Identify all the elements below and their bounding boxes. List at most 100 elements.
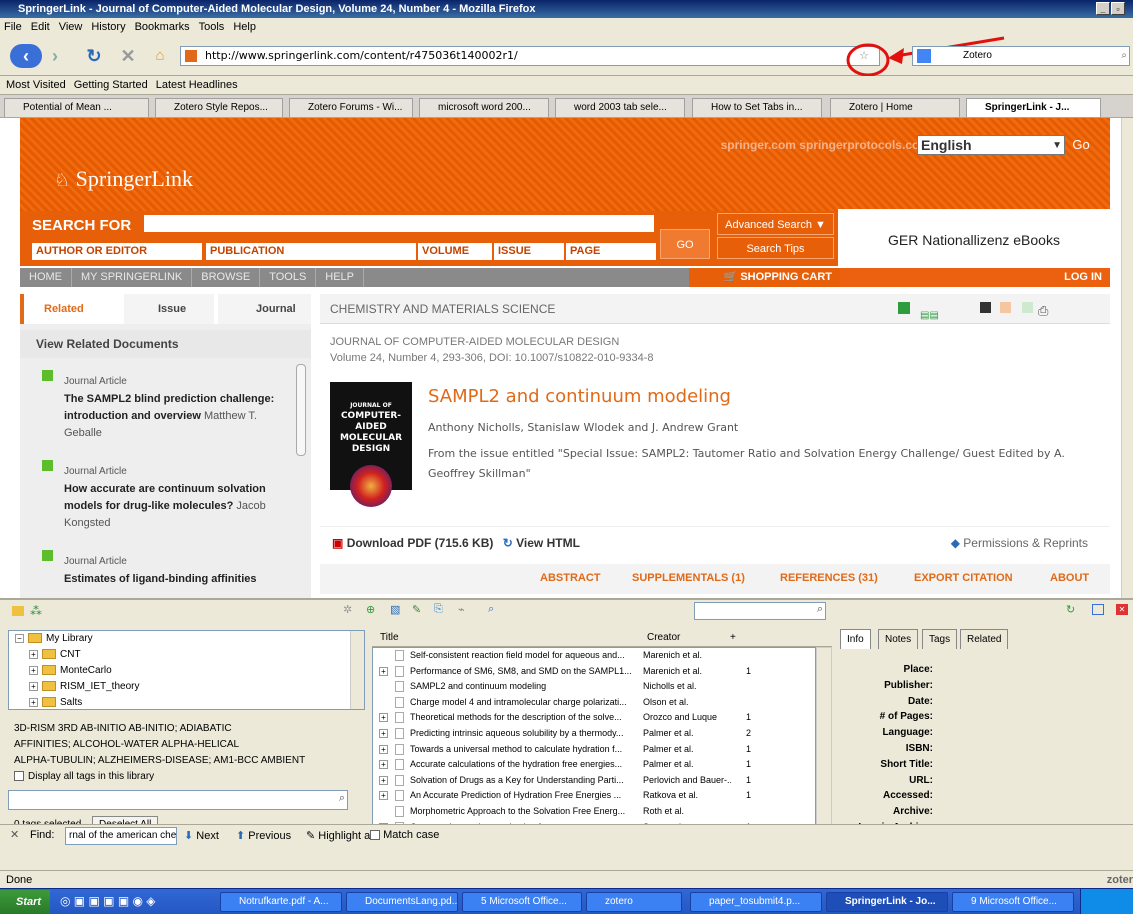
sidebar-scrollbar[interactable] — [296, 364, 306, 456]
zotero-status-button[interactable]: zoter — [1107, 871, 1133, 889]
collection-my-library[interactable]: − My Library — [9, 631, 364, 647]
item-row[interactable]: Self-consistent reaction field model for… — [373, 648, 815, 664]
sync-icon[interactable]: ↻ — [1066, 603, 1075, 616]
expand-icon[interactable]: + — [379, 744, 388, 754]
nav-browse[interactable]: BROWSE — [192, 268, 261, 287]
close-find-icon[interactable]: ✕ — [10, 828, 19, 841]
highlight-all-button[interactable]: ✎ Highlight all — [306, 829, 375, 842]
match-case-option[interactable]: Match case — [370, 829, 439, 841]
tab-zotero-style[interactable]: Zotero Style Repos... — [155, 98, 283, 117]
nav-home[interactable]: HOME — [20, 268, 72, 287]
save-icon[interactable] — [980, 302, 991, 313]
go-search-button[interactable]: GO — [660, 229, 710, 259]
supplementals-link[interactable]: SUPPLEMENTALS (1) — [632, 572, 745, 584]
expand-icon[interactable]: + — [29, 697, 38, 707]
menu-history[interactable]: History — [91, 21, 125, 33]
tab-journal[interactable]: Journal — [218, 294, 311, 324]
menu-file[interactable]: File — [4, 21, 22, 33]
tab-related[interactable]: Related — [960, 629, 1009, 649]
login-link[interactable]: LOG IN — [840, 268, 1110, 287]
tab-potential[interactable]: Potential of Mean ... — [4, 98, 149, 117]
language-go-button[interactable]: Go — [1067, 134, 1095, 156]
url-bar[interactable]: http://www.springerlink.com/content/r475… — [180, 46, 880, 66]
related-title[interactable]: How accurate are continuum solvation mod… — [64, 481, 294, 532]
search-engine-icon[interactable] — [917, 49, 931, 63]
new-group-icon[interactable]: ⁂ — [30, 604, 42, 618]
item-row[interactable]: SAMPL2 and continuum modeling Nicholls et… — [373, 679, 815, 695]
taskbar-item[interactable]: DocumentsLang.pd... — [346, 892, 458, 912]
menu-help[interactable]: Help — [233, 21, 256, 33]
nav-tools[interactable]: TOOLS — [260, 268, 317, 287]
expand-icon[interactable]: + — [379, 666, 388, 676]
expand-icon[interactable]: + — [379, 760, 388, 770]
collapse-icon[interactable]: − — [15, 633, 24, 643]
menu-bookmarks[interactable]: Bookmarks — [135, 21, 190, 33]
author-field[interactable]: AUTHOR OR EDITOR — [32, 243, 202, 260]
link-icon[interactable]: ⌁ — [458, 603, 465, 616]
maximize-button[interactable]: ▫ — [1111, 2, 1125, 15]
share-icon[interactable] — [898, 302, 910, 314]
expand-icon[interactable]: + — [29, 665, 38, 675]
taskbar-item[interactable]: Notrufkarte.pdf - A... — [220, 892, 342, 912]
page-scrollbar[interactable] — [1121, 118, 1133, 598]
expand-icon[interactable]: + — [29, 681, 38, 691]
related-item[interactable]: Journal Article The SAMPL2 blind predict… — [42, 370, 292, 450]
search-for-input[interactable] — [144, 215, 654, 232]
nav-my-springerlink[interactable]: MY SPRINGERLINK — [72, 268, 193, 287]
journal-name[interactable]: JOURNAL OF COMPUTER-AIDED MOLECULAR DESI… — [330, 334, 654, 350]
permissions-link[interactable]: ◆ Permissions & Reprints — [951, 536, 1088, 550]
publication-field[interactable]: PUBLICATION — [206, 243, 416, 260]
related-item[interactable]: Journal Article How accurate are continu… — [42, 460, 292, 540]
search-box[interactable]: Zotero ⌕ — [912, 46, 1130, 66]
item-row[interactable]: + Accurate calculations of the hydration … — [373, 757, 815, 773]
related-title[interactable]: Estimates of ligand-binding affinities — [64, 571, 294, 588]
tag-row[interactable]: ALPHA-TUBULIN; ALZHEIMERS-DISEASE; AM1-B… — [14, 753, 359, 766]
item-search-input[interactable]: ⌕ — [694, 602, 826, 620]
advanced-search-icon[interactable]: ⌕ — [488, 603, 494, 616]
forward-button[interactable]: › — [46, 44, 64, 68]
tab-related[interactable]: Related — [20, 294, 120, 324]
tag-filter-input[interactable]: ⌕ — [8, 790, 348, 810]
tab-zotero-forums[interactable]: Zotero Forums - Wi... — [289, 98, 413, 117]
start-button[interactable]: Start — [0, 890, 50, 914]
taskbar-item[interactable]: 5 Microsoft Office... — [462, 892, 582, 912]
page-field[interactable]: PAGE — [566, 243, 656, 260]
search-tips-link[interactable]: Search Tips — [717, 237, 834, 259]
item-row[interactable]: + Predicting intrinsic aqueous solubility… — [373, 726, 815, 742]
bookmark-icon[interactable]: ▤▤ — [920, 301, 939, 331]
export-citation-link[interactable]: EXPORT CITATION — [914, 572, 1013, 584]
item-row[interactable]: + Towards a universal method to calculate… — [373, 742, 815, 758]
print-icon[interactable]: ⎙ — [1038, 296, 1048, 326]
minimize-button[interactable]: _ — [1096, 2, 1110, 15]
collection-item[interactable]: + CNT — [9, 647, 364, 663]
language-select[interactable]: English ▼ — [917, 135, 1065, 155]
related-title[interactable]: The SAMPL2 blind prediction challenge: i… — [64, 391, 294, 442]
taskbar-item[interactable]: paper_tosubmit4.p... — [690, 892, 822, 912]
item-row[interactable]: + Solvation of Drugs as a Key for Underst… — [373, 773, 815, 789]
menu-tools[interactable]: Tools — [199, 21, 225, 33]
collection-item[interactable]: + MonteCarlo — [9, 663, 364, 679]
about-link[interactable]: ABOUT — [1050, 572, 1089, 584]
reload-icon[interactable]: ↻ — [84, 44, 104, 68]
bookmark-most-visited[interactable]: Most Visited — [6, 79, 66, 91]
advanced-search-button[interactable]: Advanced Search ▼ — [717, 213, 834, 235]
view-html-link[interactable]: View HTML — [516, 536, 580, 550]
add-by-identifier-icon[interactable]: ▧ — [390, 603, 400, 616]
menu-view[interactable]: View — [59, 21, 83, 33]
item-row[interactable]: + Theoretical methods for the description… — [373, 710, 815, 726]
new-item-icon[interactable]: ⊕ — [366, 603, 375, 616]
home-icon[interactable]: ⌂ — [150, 44, 170, 68]
nav-help[interactable]: HELP — [316, 268, 365, 287]
attach-icon[interactable]: ⎘ — [434, 603, 443, 616]
expand-icon[interactable]: + — [379, 713, 388, 723]
back-button[interactable]: ‹ — [10, 44, 42, 68]
rss-icon[interactable] — [1000, 302, 1011, 313]
search-icon[interactable]: ⌕ — [1121, 47, 1127, 65]
find-input[interactable]: rnal of the american che — [65, 827, 177, 845]
download-pdf-link[interactable]: Download PDF (715.6 KB) — [347, 536, 494, 550]
item-row[interactable]: + Performance of SM6, SM8, and SMD on the… — [373, 664, 815, 680]
collection-item[interactable]: + RISM_IET_theory — [9, 679, 364, 695]
tab-issue[interactable]: Issue — [124, 294, 214, 324]
gear-icon[interactable]: ✲ — [343, 603, 352, 616]
find-previous-button[interactable]: ⬆ Previous — [236, 829, 291, 842]
